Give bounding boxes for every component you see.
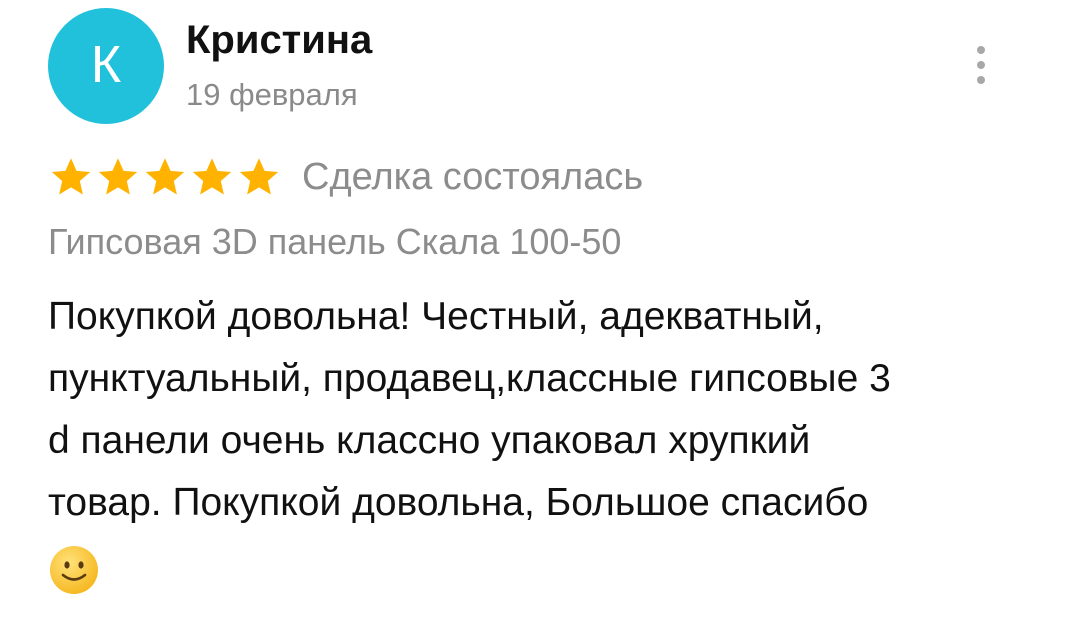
star-icon [142, 154, 188, 200]
deal-status-label: Сделка состоялась [302, 156, 644, 198]
review-text-line: d панели очень классно упаковал хрупкий [48, 419, 811, 462]
review-text-line: товар. Покупкой довольна, Большое спасиб… [48, 481, 869, 524]
review-text-line: пунктуальный, продавец,классные гипсовые… [48, 357, 891, 400]
review-text-line: Покупкой довольна! Честный, адекватный, [48, 295, 824, 338]
product-title[interactable]: Гипсовая 3D панель Скала 100-50 [48, 218, 621, 266]
author-name[interactable]: Кристина [186, 12, 372, 68]
star-rating [48, 154, 282, 200]
more-options-button[interactable] [966, 40, 996, 90]
star-icon [48, 154, 94, 200]
star-icon [236, 154, 282, 200]
review-date: 19 февраля [186, 77, 358, 112]
slightly-smiling-face-icon [48, 544, 100, 596]
more-vertical-icon [977, 76, 985, 84]
star-icon [189, 154, 235, 200]
avatar-initial: К [90, 36, 122, 94]
star-icon [95, 154, 141, 200]
review-text: Покупкой довольна! Честный, адекватный, … [48, 286, 1048, 534]
more-vertical-icon [977, 61, 985, 69]
review-card: К Кристина 19 февраля Сделка состоялась … [0, 0, 1080, 622]
more-vertical-icon [977, 46, 985, 54]
rating-row: Сделка состоялась [48, 152, 643, 202]
avatar[interactable]: К [48, 8, 164, 124]
